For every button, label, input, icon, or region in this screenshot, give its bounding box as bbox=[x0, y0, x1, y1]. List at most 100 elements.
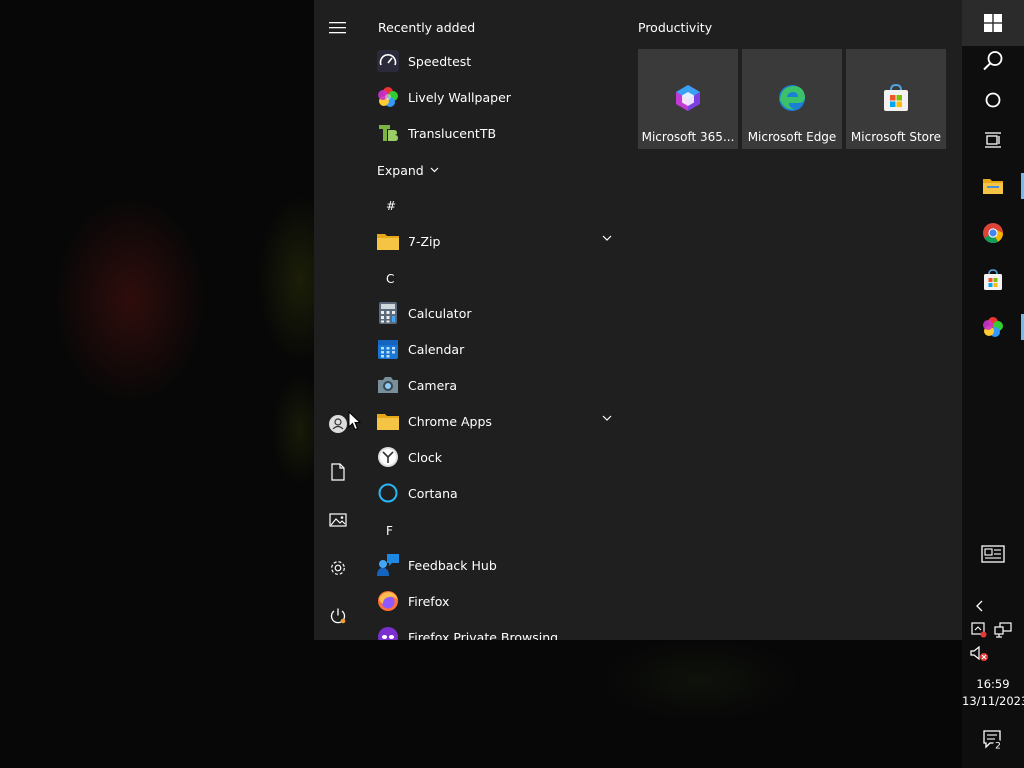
tile-label: Microsoft Edge bbox=[747, 130, 837, 144]
tile-microsoft-365[interactable]: Microsoft 365... bbox=[638, 49, 738, 149]
clock-time: 16:59 bbox=[976, 677, 1010, 691]
app-list: Recently added Speedtest Lively Wallpape… bbox=[362, 0, 624, 640]
news-icon bbox=[981, 545, 1005, 563]
app-item-translucenttb[interactable]: TranslucentTB bbox=[376, 116, 622, 150]
app-label: Feedback Hub bbox=[408, 557, 497, 573]
power-button[interactable] bbox=[322, 600, 354, 632]
edge-icon bbox=[777, 83, 807, 113]
app-item-chrome-apps[interactable]: Chrome Apps bbox=[376, 404, 622, 438]
notification-count: 2 bbox=[995, 742, 1001, 752]
app-item-clock[interactable]: Clock bbox=[376, 440, 622, 474]
document-icon bbox=[331, 463, 345, 481]
cortana-icon bbox=[376, 481, 400, 505]
notification-icon: 2 bbox=[983, 730, 1003, 752]
start-rail bbox=[314, 0, 362, 640]
feedback-hub-icon bbox=[376, 553, 400, 577]
action-center-button[interactable]: 2 bbox=[962, 718, 1024, 762]
app-label: TranslucentTB bbox=[408, 125, 497, 141]
clock-icon bbox=[376, 445, 400, 469]
tile-microsoft-store[interactable]: Microsoft Store bbox=[846, 49, 946, 149]
tray-app-button[interactable] bbox=[970, 621, 988, 639]
store-icon bbox=[984, 269, 1002, 290]
network-icon bbox=[994, 622, 1012, 638]
cortana-circle-icon bbox=[985, 92, 1001, 108]
folder-icon bbox=[376, 229, 400, 253]
taskbar-file-explorer[interactable] bbox=[962, 163, 1024, 209]
tile-area: Productivity Microsoft 365... Microsoft … bbox=[638, 0, 962, 640]
app-item-lively-wallpaper[interactable]: Lively Wallpaper bbox=[376, 80, 622, 114]
app-label: 7-Zip bbox=[408, 233, 441, 249]
tile-microsoft-edge[interactable]: Microsoft Edge bbox=[742, 49, 842, 149]
tray-app-icon bbox=[971, 622, 987, 638]
taskbar-microsoft-store[interactable] bbox=[962, 257, 1024, 303]
chevron-down-icon bbox=[430, 167, 439, 173]
documents-button[interactable] bbox=[322, 456, 354, 488]
calculator-icon bbox=[376, 301, 400, 325]
volume-muted-icon bbox=[970, 645, 988, 661]
firefox-icon bbox=[376, 589, 400, 613]
volume-button[interactable] bbox=[970, 645, 990, 663]
chevron-left-icon bbox=[976, 600, 983, 612]
settings-button[interactable] bbox=[322, 552, 354, 584]
app-label: Chrome Apps bbox=[408, 413, 492, 429]
mouse-cursor-icon bbox=[348, 411, 362, 431]
app-item-firefox-private-browsing[interactable]: Firefox Private Browsing bbox=[376, 620, 622, 640]
start-menu: Recently added Speedtest Lively Wallpape… bbox=[314, 0, 962, 640]
letter-header-hash[interactable]: # bbox=[386, 199, 396, 213]
app-label: Calculator bbox=[408, 305, 472, 321]
chevron-down-icon[interactable] bbox=[602, 415, 612, 421]
app-item-speedtest[interactable]: Speedtest bbox=[376, 44, 622, 78]
firefox-private-icon bbox=[376, 625, 400, 640]
taskbar-chrome[interactable] bbox=[962, 210, 1024, 256]
search-icon bbox=[983, 51, 1003, 71]
chrome-icon bbox=[983, 223, 1004, 244]
calendar-icon bbox=[376, 337, 400, 361]
app-label: Cortana bbox=[408, 485, 458, 501]
app-label: Calendar bbox=[408, 341, 465, 357]
expand-label: Expand bbox=[377, 162, 424, 178]
letter-header-f[interactable]: F bbox=[386, 524, 393, 538]
app-item-camera[interactable]: Camera bbox=[376, 368, 622, 402]
gear-icon bbox=[331, 561, 345, 575]
camera-icon bbox=[376, 373, 400, 397]
lively-wallpaper-icon bbox=[983, 317, 1003, 337]
app-label: Speedtest bbox=[408, 53, 472, 69]
microsoft-365-icon bbox=[673, 83, 703, 113]
taskbar-lively-wallpaper[interactable] bbox=[962, 304, 1024, 350]
app-item-firefox[interactable]: Firefox bbox=[376, 584, 622, 618]
app-item-calculator[interactable]: Calculator bbox=[376, 296, 622, 330]
speedtest-icon bbox=[376, 49, 400, 73]
news-and-interests-button[interactable] bbox=[962, 531, 1024, 577]
file-explorer-icon bbox=[983, 179, 1003, 194]
expand-button[interactable]: Expand bbox=[377, 160, 439, 180]
task-view-button[interactable] bbox=[962, 117, 1024, 163]
app-label: Camera bbox=[408, 377, 458, 393]
hamburger-menu-button[interactable] bbox=[322, 12, 354, 44]
power-icon bbox=[330, 608, 346, 624]
pictures-button[interactable] bbox=[322, 504, 354, 536]
translucenttb-icon bbox=[376, 121, 400, 145]
app-label: Clock bbox=[408, 449, 442, 465]
app-item-7zip[interactable]: 7-Zip bbox=[376, 224, 622, 258]
app-label: Firefox bbox=[408, 593, 450, 609]
network-button[interactable] bbox=[994, 621, 1012, 639]
app-label: Lively Wallpaper bbox=[408, 89, 511, 105]
tile-group-title[interactable]: Productivity bbox=[638, 20, 712, 35]
picture-icon bbox=[329, 513, 347, 527]
chevron-down-icon[interactable] bbox=[602, 235, 612, 241]
recently-added-heading: Recently added bbox=[378, 20, 476, 35]
clock-button[interactable]: 16:59 13/11/2023 bbox=[962, 676, 1024, 710]
tile-label: Microsoft Store bbox=[850, 130, 942, 144]
task-view-icon bbox=[985, 132, 1001, 148]
letter-header-c[interactable]: C bbox=[386, 272, 394, 286]
lively-wallpaper-icon bbox=[376, 85, 400, 109]
taskbar: 16:59 13/11/2023 2 bbox=[962, 0, 1024, 768]
app-label: Firefox Private Browsing bbox=[408, 629, 559, 641]
app-item-calendar[interactable]: Calendar bbox=[376, 332, 622, 366]
show-hidden-icons-button[interactable] bbox=[972, 598, 986, 614]
hamburger-icon bbox=[329, 22, 346, 34]
app-item-cortana[interactable]: Cortana bbox=[376, 476, 622, 510]
store-icon bbox=[881, 83, 911, 113]
app-item-feedback-hub[interactable]: Feedback Hub bbox=[376, 548, 622, 582]
tile-label: Microsoft 365... bbox=[641, 130, 735, 144]
